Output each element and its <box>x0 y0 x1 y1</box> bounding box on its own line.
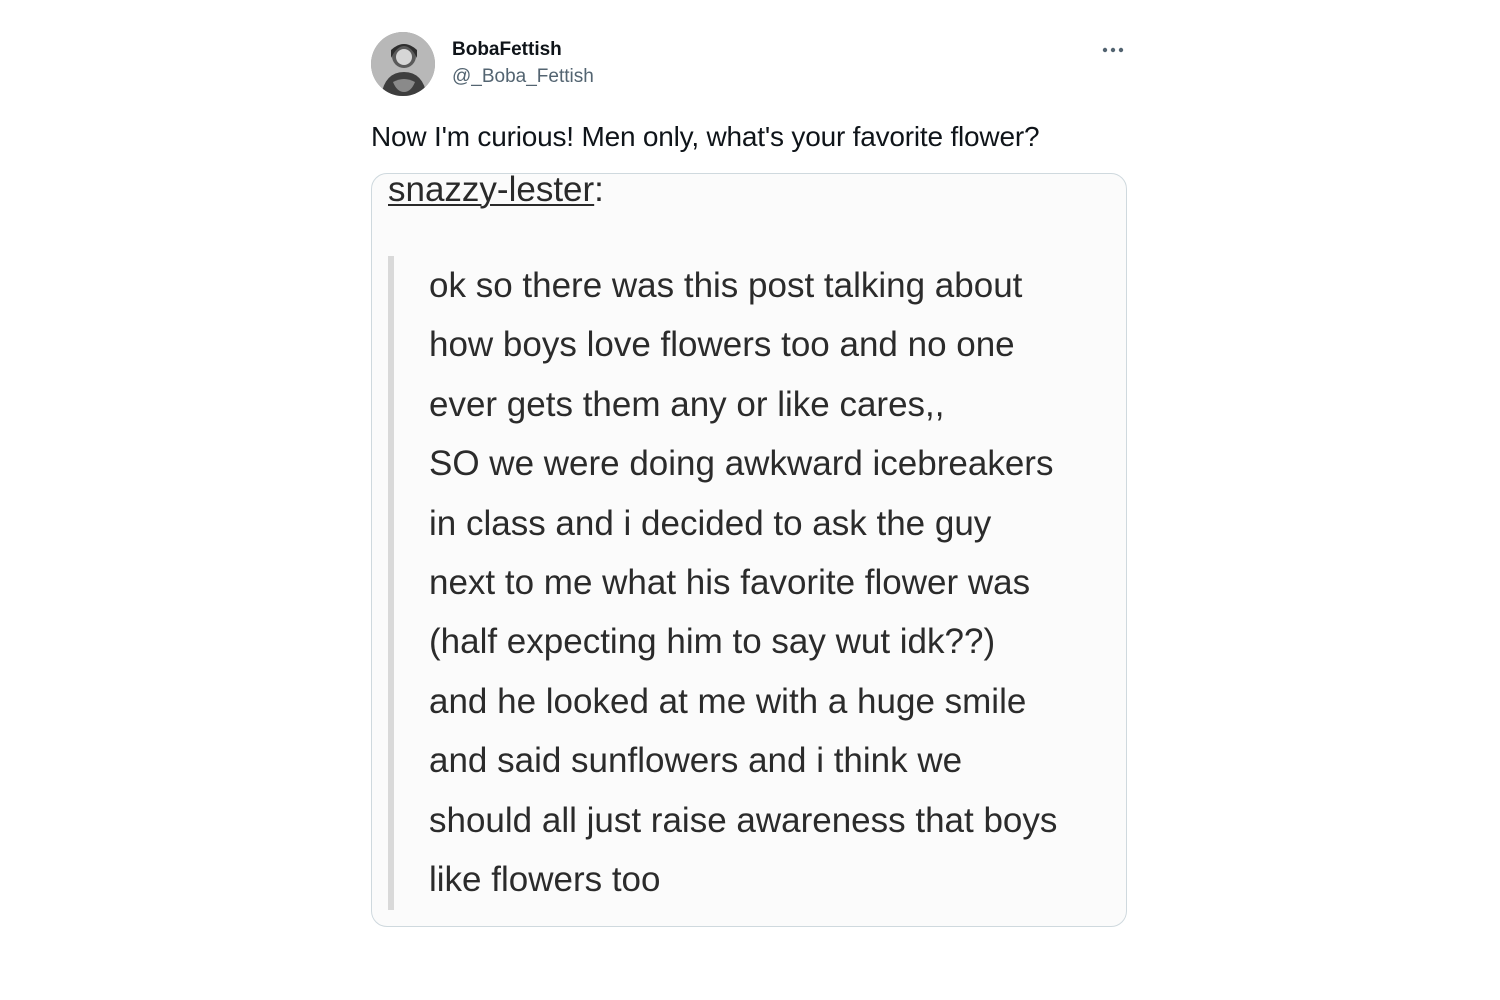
user-handle[interactable]: @_Boba_Fettish <box>452 65 594 89</box>
quote-line: and said sunflowers and i think we <box>429 741 963 781</box>
quote-line: how boys love flowers too and no one <box>429 325 1015 365</box>
screenshot-quote-text: ok so there was this post talking about … <box>429 256 1119 909</box>
tweet-text: Now I'm curious! Men only, what's your f… <box>371 121 1040 152</box>
tweet-header: BobaFettish @_Boba_Fettish <box>371 30 1127 98</box>
tweet-media-image[interactable]: snazzy-lester: ok so there was this post… <box>371 173 1127 927</box>
profile-avatar-icon <box>371 32 435 96</box>
more-options-button[interactable] <box>1099 36 1127 64</box>
display-name[interactable]: BobaFettish <box>452 38 594 62</box>
user-names: BobaFettish @_Boba_Fettish <box>452 38 594 89</box>
quote-line: like flowers too <box>429 860 661 900</box>
quote-line: (half expecting him to say wut idk??) <box>429 622 996 662</box>
quote-line: and he looked at me with a huge smile <box>429 681 1027 721</box>
screenshot-author-colon: : <box>594 173 604 209</box>
quote-line: in class and i decided to ask the guy <box>429 503 992 543</box>
tweet: BobaFettish @_Boba_Fettish Now I'm curio… <box>371 30 1127 927</box>
quote-bar <box>388 256 394 910</box>
quote-line: should all just raise awareness that boy… <box>429 800 1058 840</box>
quote-line: SO we were doing awkward icebreakers <box>429 444 1054 484</box>
screenshot-post-author: snazzy-lester: <box>388 173 604 210</box>
quote-line: ever gets them any or like cares,, <box>429 384 945 424</box>
avatar[interactable] <box>371 32 435 96</box>
quote-line: ok so there was this post talking about <box>429 266 1023 305</box>
quote-line: next to me what his favorite flower was <box>429 563 1031 603</box>
screenshot-author-name: snazzy-lester <box>388 173 595 209</box>
more-dots-icon <box>1102 47 1124 53</box>
